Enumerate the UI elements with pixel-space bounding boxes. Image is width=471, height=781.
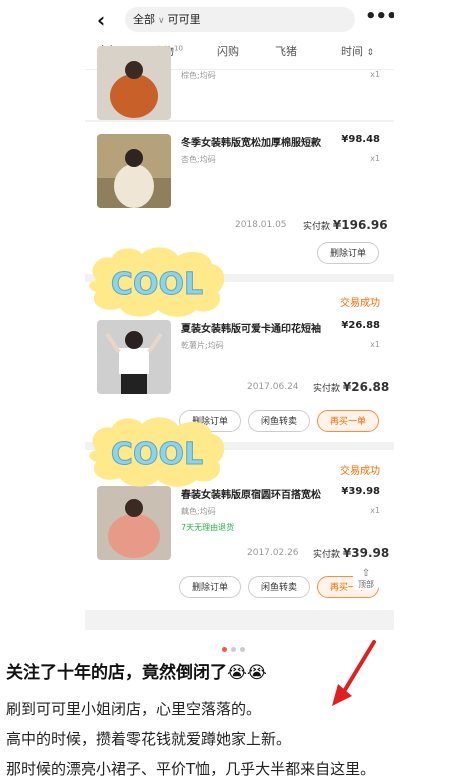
- paid-value: ¥39.98: [342, 546, 390, 560]
- post-line: 刷到可可里小姐闭店，心里空落落的。: [6, 700, 262, 718]
- cool-sticker-text: COOL: [111, 267, 203, 302]
- cool-sticker: COOL: [89, 247, 225, 317]
- tab-flash[interactable]: 闪购: [217, 43, 239, 59]
- carousel-dot[interactable]: [222, 647, 227, 652]
- product-price: ¥39.98: [341, 486, 380, 497]
- red-arrow-icon: [332, 640, 376, 706]
- sort-icon: ⇕: [366, 48, 375, 58]
- delete-order-button[interactable]: 删除订单: [317, 242, 379, 264]
- paid-label: 实付款: [313, 550, 341, 560]
- order-date: 2017.02.26: [247, 548, 299, 558]
- return-policy-tag: 7天无理由退货: [181, 523, 235, 532]
- product-name: 冬季女装韩版宽松加厚棉服短款: [181, 138, 321, 149]
- resell-button[interactable]: 闲鱼转卖: [248, 410, 310, 432]
- product-qty: x1: [370, 506, 380, 515]
- product-spec: 棕色;均码: [181, 71, 216, 80]
- product-image: [97, 486, 171, 560]
- buy-again-button[interactable]: 再买一单: [317, 410, 379, 432]
- paid-value: ¥26.88: [342, 380, 390, 394]
- product-image: [97, 46, 171, 120]
- search-box[interactable]: 全部 ∨ 可可里: [125, 7, 355, 32]
- order-date: 2017.06.24: [247, 382, 299, 392]
- tab-fliggy[interactable]: 飞猪: [275, 43, 297, 59]
- product-price: ¥98.48: [341, 134, 380, 145]
- product-image: [97, 320, 171, 394]
- paid-amount: 实付款 ¥26.88: [313, 380, 389, 394]
- tab-time[interactable]: 时间 ⇕: [341, 43, 374, 59]
- product-spec: 乾薯片;均码: [181, 341, 224, 350]
- order-card[interactable]: 棕色;均码 x1: [85, 46, 394, 120]
- paid-amount: 实付款 ¥196.96: [303, 218, 388, 232]
- order-status: 交易成功: [340, 466, 380, 477]
- top-bar: ‹ 全部 ∨ 可可里 •••: [85, 0, 394, 40]
- product-qty: x1: [370, 154, 380, 163]
- paid-label: 实付款: [303, 222, 331, 232]
- carousel-dots: [222, 637, 249, 656]
- product-qty: x1: [370, 70, 380, 79]
- search-scope[interactable]: 全部: [133, 13, 155, 26]
- arrow-up-icon: ⇧: [361, 568, 371, 579]
- paid-value: ¥196.96: [332, 218, 388, 232]
- product-qty: x1: [370, 340, 380, 349]
- carousel-dot[interactable]: [231, 647, 236, 652]
- search-query: 可可里: [167, 13, 201, 26]
- tab-shopping-count: 10: [174, 44, 183, 53]
- more-icon[interactable]: •••: [365, 6, 394, 27]
- cool-sticker-text: COOL: [111, 437, 203, 472]
- back-icon[interactable]: ‹: [97, 8, 105, 32]
- order-date: 2018.01.05: [235, 220, 287, 230]
- chevron-down-icon: ∨: [158, 16, 165, 26]
- post-line: 那时候的漂亮小裙子、平价T恤，几乎大半都来自这里。: [6, 760, 376, 778]
- carousel-dot[interactable]: [240, 647, 245, 652]
- order-status: 交易成功: [340, 298, 380, 309]
- product-price: ¥26.88: [341, 320, 380, 331]
- resell-button[interactable]: 闲鱼转卖: [248, 576, 310, 598]
- product-name: 夏装女装韩版可爱卡通印花短袖: [181, 324, 321, 335]
- cool-sticker: COOL: [89, 417, 225, 487]
- back-to-top-button[interactable]: ⇧ 顶部: [353, 568, 379, 590]
- product-image: [97, 134, 171, 208]
- product-spec: 杏色;均码: [181, 155, 216, 164]
- product-name: 春装女装韩版原宿圆环百搭宽松: [181, 490, 321, 501]
- post-line: 高中的时候，攒着零花钱就爱蹲她家上新。: [6, 730, 292, 748]
- paid-label: 实付款: [313, 384, 341, 394]
- product-spec: 藕色;均码: [181, 507, 216, 516]
- post-title: 关注了十年的店，竟然倒闭了😭😭: [6, 663, 267, 683]
- back-to-top-label: 顶部: [358, 580, 374, 589]
- paid-amount: 实付款 ¥39.98: [313, 546, 389, 560]
- tab-time-label: 时间: [341, 45, 363, 58]
- delete-order-button[interactable]: 删除订单: [179, 576, 241, 598]
